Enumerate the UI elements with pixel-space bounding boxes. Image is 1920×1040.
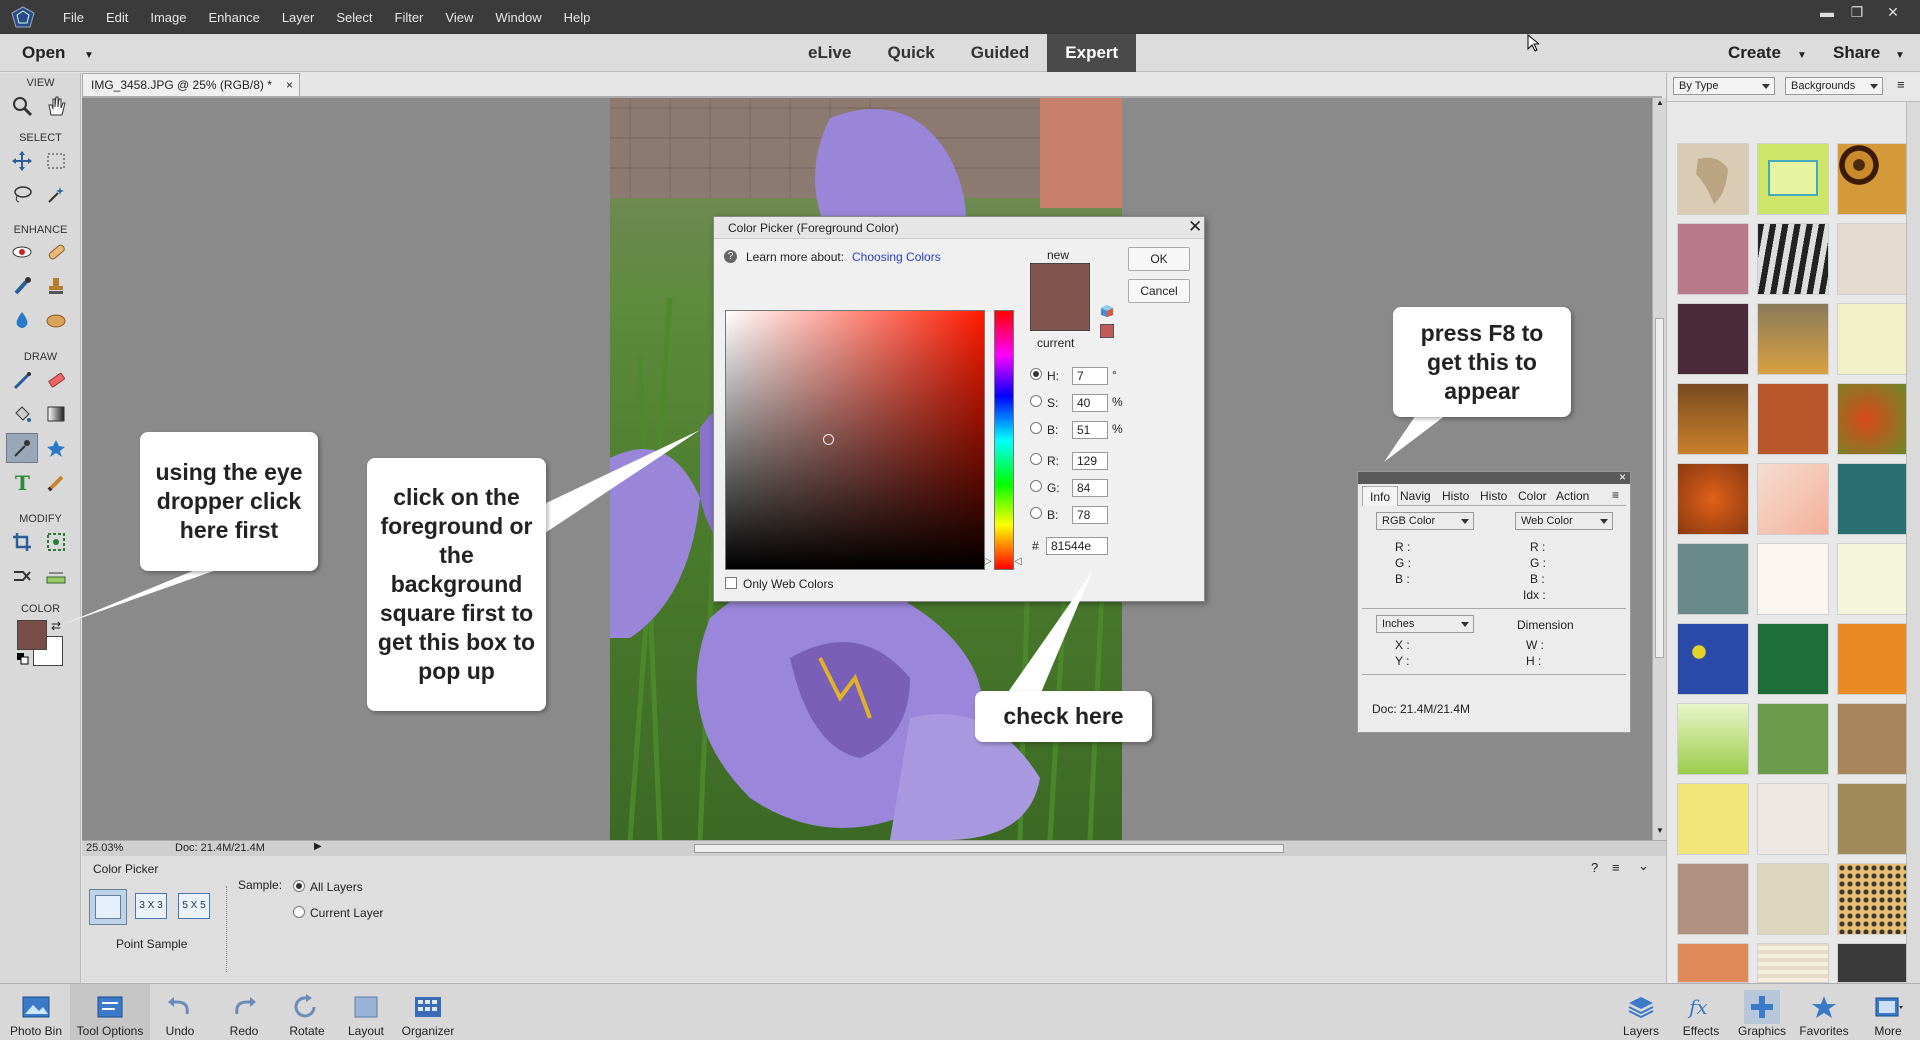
f8-callout: press F8 to get this to appear [1393,307,1571,417]
check-callout-pointer [1006,572,1092,695]
mouse-cursor-icon [1527,34,1539,52]
undo-icon [162,990,198,1024]
layout-button[interactable]: Layout [344,984,388,1040]
tool-options-icon [92,990,128,1024]
redo-icon [226,990,262,1024]
star-icon [1806,990,1842,1024]
eyedropper-callout-pointer [64,568,222,624]
rotate-icon [289,990,325,1024]
graphics-button[interactable]: Graphics [1736,984,1788,1040]
layers-label: Layers [1622,1024,1660,1038]
more-icon [1870,990,1906,1024]
effects-button[interactable]: fx Effects [1676,984,1726,1040]
tool-options-label: Tool Options [76,1024,144,1038]
rotate-label: Rotate [289,1024,325,1038]
organizer-label: Organizer [401,1024,455,1038]
redo-button[interactable]: Redo [224,984,264,1040]
layers-icon [1623,990,1659,1024]
foreground-callout: click on the foreground or the backgroun… [367,458,546,711]
more-label: More [1874,1024,1902,1038]
effects-label: Effects [1682,1024,1720,1038]
rotate-button[interactable]: Rotate [284,984,330,1040]
fx-icon: fx [1683,990,1719,1024]
check-here-callout: check here [975,691,1152,742]
f8-callout-pointer [1384,412,1450,462]
graphics-icon [1744,990,1780,1024]
graphics-label: Graphics [1737,1024,1787,1038]
favorites-label: Favorites [1799,1024,1849,1038]
photo-bin-icon [18,990,54,1024]
more-button[interactable]: More [1864,984,1912,1040]
tool-options-button[interactable]: Tool Options [70,984,150,1040]
layers-button[interactable]: Layers [1616,984,1666,1040]
svg-text:fx: fx [1687,995,1708,1019]
eyedropper-callout: using the eye dropper click here first [140,432,318,571]
organizer-icon [410,990,446,1024]
layout-label: Layout [347,1024,385,1038]
foreground-callout-pointer [542,430,700,535]
photo-bin-button[interactable]: Photo Bin [6,984,66,1040]
favorites-button[interactable]: Favorites [1796,984,1852,1040]
layout-icon [348,990,384,1024]
bottom-bar: Photo Bin Tool Options Undo Redo Rotate … [0,983,1920,1040]
organizer-button[interactable]: Organizer [400,984,456,1040]
redo-label: Redo [229,1024,259,1038]
undo-button[interactable]: Undo [160,984,200,1040]
undo-label: Undo [165,1024,195,1038]
photo-bin-label: Photo Bin [9,1024,63,1038]
